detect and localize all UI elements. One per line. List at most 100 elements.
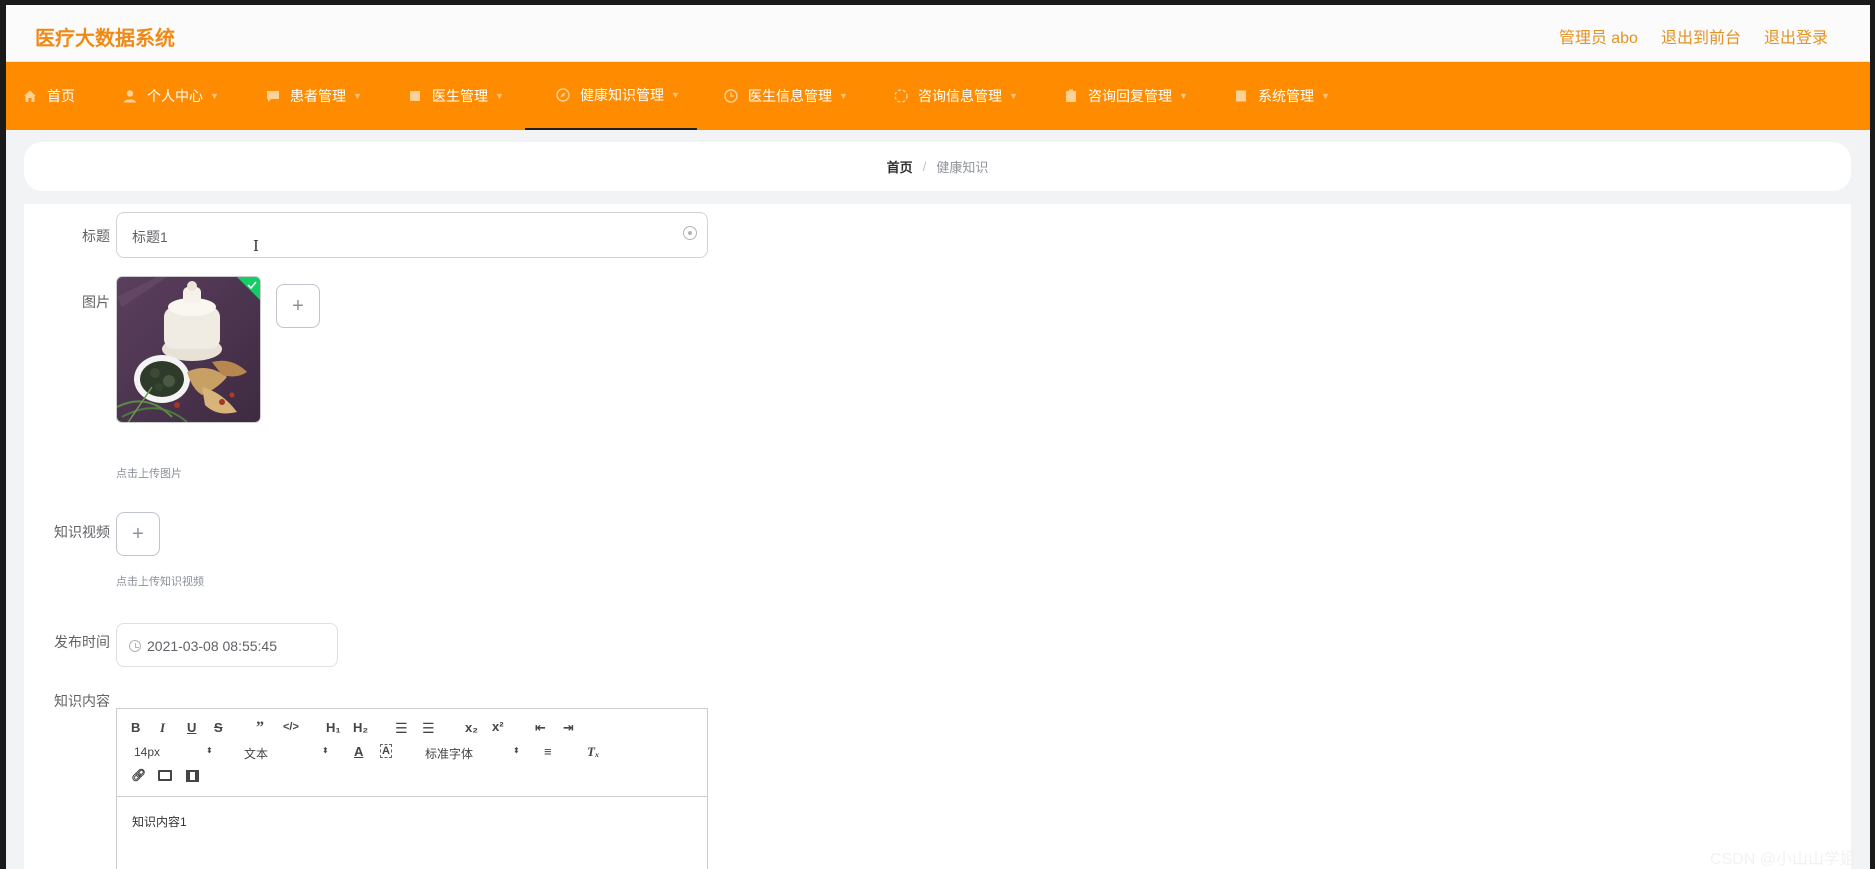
content-label: 知识内容	[54, 693, 110, 709]
exit-to-front-link[interactable]: 退出到前台	[1661, 24, 1741, 48]
blockquote-icon[interactable]: ”	[256, 719, 264, 737]
grid-icon	[1233, 88, 1249, 104]
video-upload-hint: 点击上传知识视频	[116, 576, 204, 588]
bullet-list-icon[interactable]: ☰	[422, 720, 435, 737]
font-size-value: 14px	[134, 745, 161, 759]
user-icon	[122, 88, 138, 104]
compass-icon	[555, 87, 571, 103]
align-icon[interactable]: ≡	[544, 744, 552, 759]
nav-item-profile[interactable]: 个人中心 ▼	[122, 62, 219, 130]
h2-icon[interactable]: H₂	[353, 720, 368, 735]
nav-item-label: 咨询信息管理	[918, 88, 1002, 104]
clock-icon	[723, 88, 739, 104]
nav-item-health-knowledge[interactable]: 健康知识管理 ▼	[525, 62, 697, 130]
select-arrows-icon: ⬍	[206, 746, 213, 755]
app-window: 医疗大数据系统 管理员 abo 退出到前台 退出登录 首页 个人中心 ▼ 患者管…	[6, 5, 1870, 869]
video-icon[interactable]	[186, 770, 199, 782]
watermark: CSDN @小山山学姐	[1709, 851, 1856, 868]
text-cursor-icon: I	[253, 237, 259, 255]
nav-item-system[interactable]: 系统管理 ▼	[1233, 62, 1330, 130]
nav-item-label: 系统管理	[1258, 88, 1314, 104]
clipboard-icon	[1063, 88, 1079, 104]
editor-content[interactable]: 知识内容1	[132, 813, 187, 830]
nav-item-doctors[interactable]: 医生管理 ▼	[407, 62, 504, 130]
title-input[interactable]: 标题1	[116, 212, 708, 258]
video-label: 知识视频	[54, 524, 110, 540]
font-family-select[interactable]: 标准字体 ⬍	[425, 745, 520, 762]
subscript-icon[interactable]: x₂	[465, 720, 478, 735]
top-bar: 医疗大数据系统 管理员 abo 退出到前台 退出登录	[6, 5, 1870, 62]
clock-icon	[129, 640, 141, 652]
breadcrumb: 首页 / 健康知识	[24, 142, 1851, 191]
indent-icon[interactable]: ⇥	[563, 720, 574, 736]
add-image-button[interactable]: +	[276, 284, 320, 328]
chevron-down-icon: ▼	[210, 91, 219, 101]
chat-icon	[265, 88, 281, 104]
main-nav: 首页 个人中心 ▼ 患者管理 ▼ 医生管理 ▼ 健康知识管理 ▼ 医生信息管理 …	[6, 62, 1870, 130]
header-select-value: 文本	[244, 747, 269, 761]
plus-icon: +	[132, 522, 144, 545]
strike-icon[interactable]: S	[214, 720, 223, 735]
chevron-down-icon: ▼	[495, 91, 504, 101]
font-size-select[interactable]: 14px ⬍	[134, 745, 214, 759]
admin-link[interactable]: 管理员 abo	[1559, 24, 1638, 48]
chevron-down-icon: ▼	[1009, 91, 1018, 101]
chevron-down-icon: ▼	[1321, 91, 1330, 101]
underline-icon[interactable]: U	[187, 720, 196, 735]
code-icon[interactable]: </>	[283, 721, 299, 733]
uploaded-image-thumbnail[interactable]	[116, 276, 261, 423]
chevron-down-icon: ▼	[671, 90, 680, 100]
image-icon[interactable]	[158, 770, 172, 781]
image-upload-hint: 点击上传图片	[116, 468, 182, 480]
brand-title: 医疗大数据系统	[35, 28, 175, 50]
nav-item-patients[interactable]: 患者管理 ▼	[265, 62, 362, 130]
add-video-button[interactable]: +	[116, 512, 160, 556]
nav-item-doctor-info[interactable]: 医生信息管理 ▼	[723, 62, 848, 130]
select-arrows-icon: ⬍	[322, 746, 329, 755]
publish-date-value: 2021-03-08 08:55:45	[147, 638, 277, 654]
chevron-down-icon: ▼	[353, 91, 362, 101]
nav-item-consult-info[interactable]: 咨询信息管理 ▼	[893, 62, 1018, 130]
top-right-links: 管理员 abo 退出到前台 退出登录	[1559, 24, 1828, 48]
nav-item-label: 个人中心	[147, 88, 203, 104]
bold-icon[interactable]: B	[131, 720, 140, 735]
nav-item-label: 患者管理	[290, 88, 346, 104]
superscript-icon[interactable]: x²	[492, 719, 504, 734]
clear-icon[interactable]	[683, 226, 697, 240]
link-icon[interactable]: 🔗︎	[131, 768, 146, 782]
chevron-down-icon: ▼	[839, 91, 848, 101]
date-label: 发布时间	[54, 634, 110, 650]
logout-link[interactable]: 退出登录	[1764, 24, 1828, 48]
outdent-icon[interactable]: ⇤	[535, 720, 546, 736]
doc-icon	[407, 88, 423, 104]
image-label: 图片	[82, 294, 110, 310]
header-select[interactable]: 文本 ⬍	[244, 745, 329, 762]
nav-item-label: 咨询回复管理	[1088, 88, 1172, 104]
nav-item-label: 医生管理	[432, 88, 488, 104]
chevron-down-icon: ▼	[1179, 91, 1188, 101]
nav-item-home[interactable]: 首页	[22, 62, 75, 130]
rich-text-editor: B I U S ” </> H₁ H₂ ☰ ☰ x₂ x² ⇤ ⇥ 14px ⬍…	[116, 708, 708, 869]
plus-icon: +	[292, 294, 304, 317]
font-family-value: 标准字体	[425, 747, 474, 761]
nav-item-consult-reply[interactable]: 咨询回复管理 ▼	[1063, 62, 1188, 130]
select-arrows-icon: ⬍	[513, 746, 520, 755]
nav-item-label: 首页	[47, 88, 75, 104]
clear-format-icon[interactable]: Tₓ	[587, 744, 599, 760]
ordered-list-icon[interactable]: ☰	[395, 720, 408, 737]
publish-date-input[interactable]: 2021-03-08 08:55:45	[116, 623, 338, 667]
breadcrumb-separator: /	[922, 159, 927, 174]
background-color-icon[interactable]: A	[380, 744, 392, 758]
nav-item-label: 健康知识管理	[580, 87, 664, 103]
font-color-icon[interactable]: A	[354, 744, 363, 759]
title-label: 标题	[82, 228, 110, 244]
breadcrumb-home[interactable]: 首页	[887, 157, 913, 176]
editor-toolbar: B I U S ” </> H₁ H₂ ☰ ☰ x₂ x² ⇤ ⇥ 14px ⬍…	[117, 709, 707, 797]
circle-icon	[893, 88, 909, 104]
breadcrumb-current: 健康知识	[936, 160, 989, 175]
title-input-value: 标题1	[132, 229, 168, 245]
home-icon	[22, 88, 38, 104]
italic-icon[interactable]: I	[160, 720, 165, 736]
h1-icon[interactable]: H₁	[326, 720, 341, 735]
nav-item-label: 医生信息管理	[748, 88, 832, 104]
